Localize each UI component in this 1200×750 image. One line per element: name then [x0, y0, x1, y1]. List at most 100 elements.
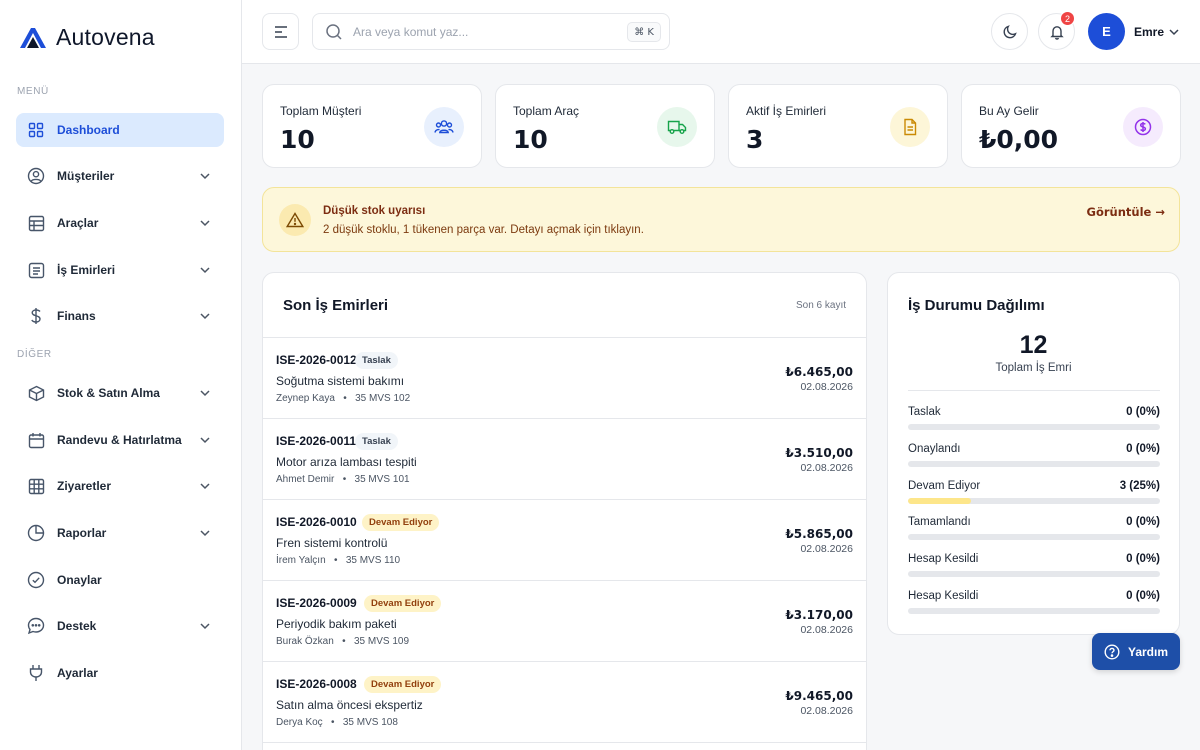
low-stock-alert[interactable]: Düşük stok uyarısı 2 düşük stoklu, 1 tük… — [262, 187, 1180, 252]
app-logo[interactable]: Autovena — [18, 24, 155, 51]
sidebar-item-label: Ayarlar — [57, 666, 98, 680]
chevron-down-icon[interactable] — [198, 386, 212, 400]
table-row[interactable]: ISE-2026-0008 Devam Ediyor Satın alma ön… — [263, 662, 866, 743]
sidebar-item-finance[interactable]: Finans — [16, 299, 224, 333]
panel-title: Son İş Emirleri — [283, 297, 389, 314]
status-value: 0 (0%) — [1126, 590, 1160, 602]
order-date: 02.08.2026 — [800, 705, 853, 717]
sidebar-item-settings[interactable]: Ayarlar — [16, 656, 224, 690]
status-label: Devam Ediyor — [908, 480, 981, 492]
status-badge: Devam Ediyor — [364, 676, 442, 693]
calendar-icon — [27, 431, 45, 449]
users-icon — [424, 107, 464, 147]
stat-card-monthly-revenue[interactable]: Bu Ay Gelir ₺0,00 — [961, 84, 1181, 168]
status-row: Onaylandı 0 (0%) — [908, 443, 1160, 473]
chevron-down-icon[interactable] — [198, 309, 212, 323]
status-label: Hesap Kesildi — [908, 590, 979, 602]
progress-track — [908, 424, 1160, 430]
check-circle-icon — [27, 571, 45, 589]
stat-value: 10 — [280, 125, 315, 154]
stat-title: Toplam Araç — [513, 104, 580, 118]
chevron-down-icon[interactable] — [198, 479, 212, 493]
sidebar-item-label: Stok & Satın Alma — [57, 386, 160, 400]
stat-value: ₺0,00 — [979, 125, 1059, 154]
sidebar-item-appointments[interactable]: Randevu & Hatırlatma — [16, 423, 224, 457]
status-row: Hesap Kesildi 0 (0%) — [908, 590, 1160, 620]
status-value: 0 (0%) — [1126, 516, 1160, 528]
sidebar-item-work-orders[interactable]: İş Emirleri — [16, 253, 224, 287]
chevron-down-icon[interactable] — [198, 216, 212, 230]
stat-title: Bu Ay Gelir — [979, 104, 1039, 118]
chevron-down-icon[interactable] — [198, 526, 212, 540]
box-icon — [27, 384, 45, 402]
chevron-down-icon[interactable] — [198, 263, 212, 277]
sidebar-item-vehicles[interactable]: Araçlar — [16, 206, 224, 240]
sidebar-item-support[interactable]: Destek — [16, 609, 224, 643]
help-icon — [1104, 643, 1120, 660]
avatar[interactable]: E — [1088, 13, 1125, 50]
sidebar-item-dashboard[interactable]: Dashboard — [16, 113, 224, 147]
order-code: ISE-2026-0012 — [276, 353, 357, 367]
progress-track — [908, 534, 1160, 540]
status-row: Taslak 0 (0%) — [908, 406, 1160, 436]
chevron-down-icon[interactable] — [1167, 25, 1181, 39]
record-count: Son 6 kayıt — [795, 300, 846, 311]
document-icon — [890, 107, 930, 147]
sidebar-item-label: Araçlar — [57, 216, 99, 230]
table-row[interactable]: ISE-2026-0011 Taslak Motor arıza lambası… — [263, 419, 866, 500]
help-button[interactable]: Yardım — [1092, 633, 1180, 670]
search-box[interactable]: ⌘ K — [312, 13, 670, 50]
search-input[interactable] — [353, 24, 603, 39]
order-amount: ₺9.465,00 — [785, 689, 853, 703]
chevron-down-icon[interactable] — [198, 433, 212, 447]
order-code: ISE-2026-0008 — [276, 677, 357, 691]
sidebar-item-label: Randevu & Hatırlatma — [57, 433, 182, 447]
plug-icon — [27, 664, 45, 682]
order-meta: Ahmet Demir • 35 MVS 101 — [276, 474, 410, 485]
sidebar-item-customers[interactable]: Müşteriler — [16, 159, 224, 193]
alert-title: Düşük stok uyarısı — [323, 205, 426, 217]
stat-card-vehicles[interactable]: Toplam Araç 10 — [495, 84, 715, 168]
sidebar-item-label: Raporlar — [57, 526, 107, 540]
logo-mark-icon — [20, 27, 46, 48]
table-row[interactable]: ISE-2026-0012 Taslak Soğutma sistemi bak… — [263, 338, 866, 419]
order-amount: ₺3.510,00 — [785, 446, 853, 460]
total-label: Toplam İş Emri — [995, 362, 1072, 374]
progress-track — [908, 461, 1160, 467]
grid-icon — [27, 121, 45, 139]
alert-view-link[interactable]: Görüntüle → — [1087, 205, 1165, 219]
status-row: Tamamlandı 0 (0%) — [908, 516, 1160, 546]
status-badge: Devam Ediyor — [364, 595, 442, 612]
table-row[interactable]: ISE-2026-0010 Devam Ediyor Fren sistemi … — [263, 500, 866, 581]
status-distribution-panel: İş Durumu Dağılımı 12 Toplam İş Emri Tas… — [887, 272, 1180, 635]
sidebar-item-reports[interactable]: Raporlar — [16, 516, 224, 550]
chevron-down-icon[interactable] — [198, 619, 212, 633]
sidebar-item-stock[interactable]: Stok & Satın Alma — [16, 376, 224, 410]
notifications-button[interactable]: 2 — [1038, 11, 1075, 50]
order-description: Satın alma öncesi ekspertiz — [276, 698, 423, 712]
user-circle-icon — [27, 167, 45, 185]
status-value: 0 (0%) — [1126, 406, 1160, 418]
order-meta: Zeynep Kaya • 35 MVS 102 — [276, 393, 411, 404]
stat-card-active-orders[interactable]: Aktif İş Emirleri 3 — [728, 84, 948, 168]
theme-toggle-button[interactable] — [991, 13, 1028, 50]
table-row[interactable]: ISE-2026-0009 Devam Ediyor Periyodik bak… — [263, 581, 866, 662]
order-date: 02.08.2026 — [800, 462, 853, 474]
status-value: 0 (0%) — [1126, 553, 1160, 565]
order-code: ISE-2026-0009 — [276, 596, 357, 610]
order-date: 02.08.2026 — [800, 543, 853, 555]
user-name[interactable]: Emre — [1134, 25, 1164, 39]
sidebar-item-visits[interactable]: Ziyaretler — [16, 469, 224, 503]
chevron-down-icon[interactable] — [198, 169, 212, 183]
pie-chart-icon — [27, 524, 45, 542]
order-code: ISE-2026-0011 — [276, 434, 357, 448]
progress-track — [908, 571, 1160, 577]
sidebar-item-label: Onaylar — [57, 573, 102, 587]
status-row: Hesap Kesildi 0 (0%) — [908, 553, 1160, 583]
list-icon — [27, 261, 45, 279]
sidebar-item-label: Dashboard — [57, 123, 120, 137]
moon-icon — [1002, 24, 1017, 38]
sidebar-item-approvals[interactable]: Onaylar — [16, 563, 224, 597]
menu-toggle-button[interactable] — [262, 13, 299, 50]
stat-card-customers[interactable]: Toplam Müşteri 10 — [262, 84, 482, 168]
